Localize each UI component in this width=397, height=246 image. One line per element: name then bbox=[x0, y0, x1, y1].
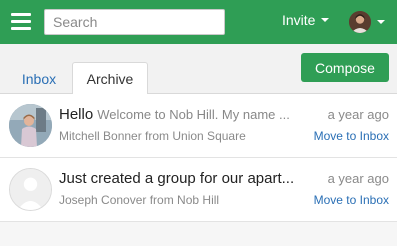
user-menu[interactable] bbox=[349, 11, 385, 33]
user-avatar bbox=[349, 11, 371, 33]
chevron-down-icon bbox=[377, 20, 385, 24]
invite-label: Invite bbox=[282, 12, 316, 28]
message-timestamp: a year ago bbox=[327, 171, 389, 186]
top-navbar: Invite bbox=[0, 0, 397, 44]
chevron-down-icon bbox=[321, 18, 330, 22]
move-to-inbox-link[interactable]: Move to Inbox bbox=[314, 129, 389, 143]
message-sender: Joseph Conover from Nob Hill bbox=[59, 193, 220, 207]
tab-bar: Inbox Archive Compose bbox=[0, 44, 397, 96]
placeholder-person-icon bbox=[9, 168, 52, 211]
message-timestamp: a year ago bbox=[327, 107, 389, 122]
menu-icon[interactable] bbox=[11, 13, 31, 30]
invite-dropdown[interactable]: Invite bbox=[282, 12, 330, 28]
message-title: Just created a group for our apart... bbox=[59, 170, 295, 187]
message-subject-line: Hello Welcome to Nob Hill. My name ... bbox=[59, 106, 304, 123]
tab-inbox[interactable]: Inbox bbox=[10, 62, 68, 95]
message-snippet: Welcome to Nob Hill. My name ... bbox=[97, 107, 290, 122]
message-row[interactable]: Hello Welcome to Nob Hill. My name ... Mi… bbox=[0, 94, 397, 158]
sender-avatar bbox=[9, 104, 52, 147]
message-row[interactable]: Just created a group for our apart... Jo… bbox=[0, 158, 397, 222]
compose-button[interactable]: Compose bbox=[301, 53, 389, 82]
message-sender: Mitchell Bonner from Union Square bbox=[59, 129, 246, 143]
tab-archive[interactable]: Archive bbox=[72, 62, 148, 96]
message-title: Hello bbox=[59, 106, 94, 123]
move-to-inbox-link[interactable]: Move to Inbox bbox=[314, 193, 389, 207]
message-subject-line: Just created a group for our apart... bbox=[59, 170, 304, 187]
search-input[interactable] bbox=[44, 9, 225, 35]
list-footer bbox=[0, 222, 397, 246]
